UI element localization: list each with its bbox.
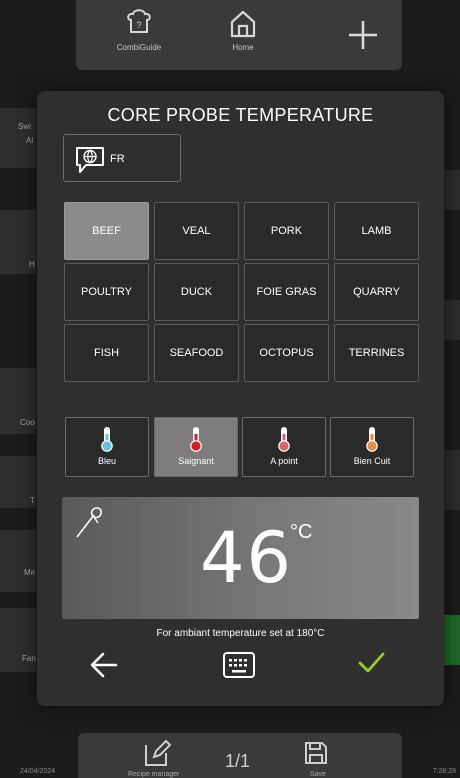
dialog-title: CORE PROBE TEMPERATURE [107, 105, 374, 125]
temperature-unit: °C [290, 521, 313, 543]
bottom-bar: Recipe manager 1/1 Save [78, 733, 402, 778]
back-button[interactable] [89, 650, 119, 685]
doneness-bien-cuit[interactable]: Bien Cuit [330, 417, 414, 477]
top-nav: ? CombiGuide Home [76, 0, 402, 70]
category-beef[interactable]: BEEF [64, 202, 149, 260]
combiguide-icon: ? [127, 9, 151, 33]
recipe-manager-label: Recipe manager [128, 771, 180, 778]
doneness-a-point[interactable]: A point [242, 417, 326, 477]
add-button[interactable] [318, 18, 408, 55]
doneness-label: Bleu [97, 456, 116, 466]
language-selector[interactable]: FR [63, 134, 181, 182]
thermometer-icon [101, 427, 113, 452]
doneness-label: Bien Cuit [353, 456, 391, 466]
core-probe-dialog: CORE PROBE TEMPERATURE FR BEEF VEAL PORK LA… [37, 91, 444, 706]
category-fish[interactable]: FISH [64, 324, 149, 382]
page-indicator: 1/1 [225, 751, 251, 771]
left-sidebar: Swi Al H Coo T Me Fan [0, 100, 36, 700]
ambient-note: For ambiant temperature set at 180°C [156, 628, 325, 639]
category-foie-gras[interactable]: FOIE GRAS [244, 263, 329, 321]
thermometer-icon [366, 427, 378, 452]
save-label: Save [310, 771, 326, 778]
category-seafood[interactable]: SEAFOOD [154, 324, 239, 382]
combiguide-button[interactable]: ? CombiGuide [94, 8, 184, 52]
category-duck[interactable]: DUCK [154, 263, 239, 321]
home-button[interactable]: Home [198, 8, 288, 52]
left-label: Coo [20, 418, 35, 427]
date-label: 24/04/2024 [20, 768, 56, 775]
save-icon[interactable] [302, 739, 330, 767]
doneness-bleu[interactable]: Bleu [65, 417, 149, 477]
left-label: Fan [22, 654, 36, 663]
category-quarry[interactable]: QUARRY [334, 263, 419, 321]
left-label: Al [26, 136, 34, 145]
left-label: Swi [18, 122, 31, 131]
doneness-saignant[interactable]: Saignant [154, 417, 238, 477]
category-veal[interactable]: VEAL [154, 202, 239, 260]
category-octopus[interactable]: OCTOPUS [244, 324, 329, 382]
language-code: FR [110, 153, 125, 165]
thermometer-icon [278, 427, 290, 452]
time-label: 7:28:28 [432, 768, 456, 775]
edit-icon[interactable] [142, 739, 172, 767]
probe-icon [76, 507, 102, 538]
category-poultry[interactable]: POULTRY [64, 263, 149, 321]
check-icon [358, 652, 385, 673]
plus-icon [349, 21, 377, 49]
thermometer-icon [190, 427, 202, 452]
category-lamb[interactable]: LAMB [334, 202, 419, 260]
temperature-value: 46 [200, 517, 294, 599]
doneness-label: A point [270, 456, 298, 466]
keyboard-icon [223, 652, 255, 678]
combiguide-label: CombiGuide [116, 43, 162, 52]
left-label: T [30, 496, 35, 505]
left-label: H [29, 260, 35, 269]
temperature-display[interactable]: 46 °C [62, 497, 419, 619]
home-label: Home [232, 43, 254, 52]
svg-text:?: ? [136, 20, 141, 30]
home-icon [230, 10, 256, 38]
keyboard-button[interactable] [222, 651, 256, 684]
back-arrow-icon [90, 652, 118, 678]
category-terrines[interactable]: TERRINES [334, 324, 419, 382]
app-root: ? CombiGuide Home Swi Al H Coo T Me Fan … [0, 0, 460, 778]
globe-speech-icon [76, 147, 104, 173]
doneness-label: Saignant [178, 456, 214, 466]
left-label: Me [24, 568, 36, 577]
confirm-button[interactable] [357, 651, 385, 680]
category-pork[interactable]: PORK [244, 202, 329, 260]
